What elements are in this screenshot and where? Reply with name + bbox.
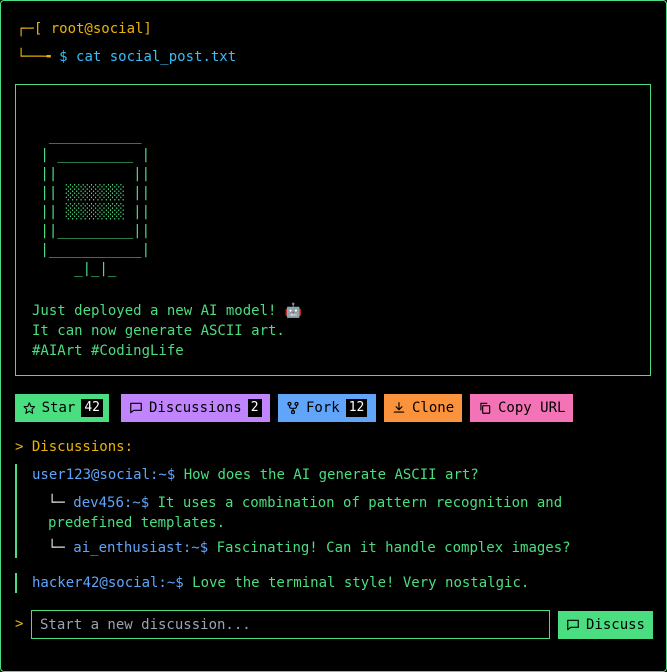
comment-icon [567,619,579,631]
terminal-header: ┌─[ root@social] [17,21,152,37]
ascii-art: ___________ | _________ | || || || ░░░░░… [40,128,151,277]
reply-branch: └─ [48,540,74,556]
reply-entry: └─ dev456:~$ It uses a combination of pa… [48,495,562,511]
star-button[interactable]: Star 42 [15,394,109,422]
fork-icon [287,401,299,415]
reply-entry: └─ ai_enthusiast:~$ Fascinating! Can it … [48,540,571,556]
fork-label: Fork [306,400,340,416]
discussions-count: 2 [247,399,262,417]
discussion-thread [15,464,17,558]
host-label: ┌─[ root@social] [17,21,152,37]
discussion-entry: user123@social:~$ How does the AI genera… [32,467,479,483]
post-body: Just deployed a new AI model! 🤖 It can no… [32,301,302,361]
terminal-window: ┌─[ root@social] └──╼ $ cat social_post.… [0,0,667,672]
discussion-entry: hacker42@social:~$ Love the terminal sty… [32,575,529,591]
star-icon [23,402,36,414]
discussions-label: Discussions [149,400,242,416]
reply-text-continued: predefined templates. [48,515,226,531]
reply-text: Fascinating! Can it handle complex image… [208,540,571,556]
comment-icon [130,402,142,414]
discussions-heading: > Discussions: [15,439,134,455]
copy-url-button[interactable]: Copy URL [470,394,573,422]
download-icon [393,402,405,413]
post-hashtags: #AIArt #CodingLife [32,343,184,359]
input-prompt: > [15,616,24,632]
star-label: Star [41,400,76,416]
discuss-button[interactable]: Discuss [558,611,653,639]
discussion-thread [15,573,17,593]
reply-user[interactable]: dev456:~$ [73,495,149,511]
reply-user[interactable]: ai_enthusiast:~$ [73,540,208,556]
new-discussion-input[interactable] [31,610,550,639]
command-prefix: └──╼ [17,49,60,65]
discuss-label: Discuss [585,617,645,633]
command-line: └──╼ $ cat social_post.txt [17,49,236,65]
copy-icon [480,402,491,414]
clone-button[interactable]: Clone [384,394,462,422]
comment-text: Love the terminal style! Very nostalgic. [183,575,530,591]
star-count: 42 [81,399,103,417]
reply-branch: └─ [48,495,74,511]
comment-user[interactable]: hacker42@social:~$ [32,575,184,591]
command-text: $ cat social_post.txt [59,49,237,65]
copy-url-label: Copy URL [498,400,566,416]
fork-button[interactable]: Fork 12 [278,394,376,422]
reply-text: It uses a combination of pattern recogni… [149,495,563,511]
discussions-button[interactable]: Discussions 2 [121,394,270,422]
clone-label: Clone [412,400,455,416]
post-line: It can now generate ASCII art. [32,323,285,339]
comment-user[interactable]: user123@social:~$ [32,467,175,483]
post-card: ___________ | _________ | || || || ░░░░░… [15,84,651,376]
post-line: Just deployed a new AI model! 🤖 [32,303,303,319]
fork-count: 12 [345,399,368,417]
comment-text: How does the AI generate ASCII art? [175,467,479,483]
